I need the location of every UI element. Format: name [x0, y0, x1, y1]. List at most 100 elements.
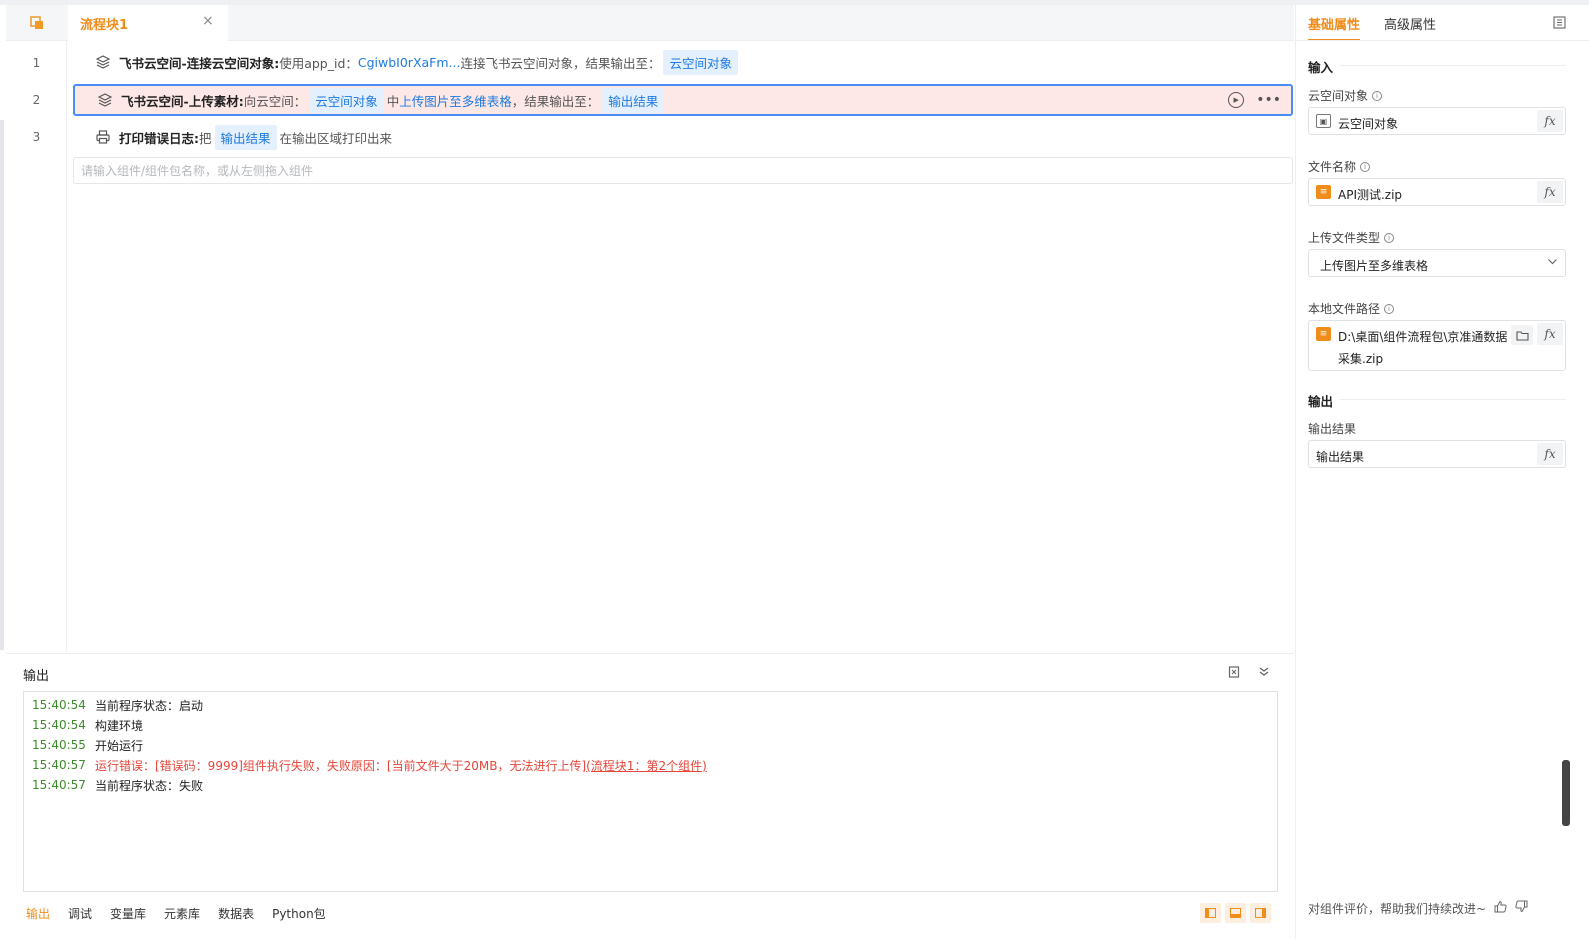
output-panel-title: 输出	[23, 669, 50, 684]
step-text: 在输出区域打印出来	[279, 130, 393, 146]
more-icon[interactable]: •••	[1256, 92, 1281, 108]
object-icon: ▣	[1316, 114, 1331, 128]
line-number: 1	[32, 56, 41, 70]
log-error-message-wrap: 运行错误：[错误码：9999]组件执行失败，失败原因：[当前文件大于20MB，无…	[95, 757, 707, 774]
tab-advanced-properties[interactable]: 高级属性	[1384, 14, 1436, 41]
side-drawer-handle[interactable]	[1562, 760, 1570, 826]
fx-button[interactable]: fx	[1537, 110, 1563, 132]
tab-flow-block-1[interactable]: 流程块1 ×	[68, 5, 228, 41]
tab-elements[interactable]: 元素库	[164, 905, 200, 922]
log-time: 15:40:54	[32, 698, 86, 712]
step-text: ，结果输出至：	[511, 93, 600, 109]
field-label-text: 本地文件路径	[1308, 302, 1381, 316]
app-root: 流程块1 × 1 2 3 飞书云空间-连接云空间对象: 使用app_id： Cg…	[0, 0, 1589, 939]
step-name: 打印错误日志:	[119, 130, 199, 146]
text-type-icon: ≡	[1316, 327, 1331, 341]
layout-left-panel-icon[interactable]	[1200, 903, 1221, 923]
component-search-input[interactable]	[73, 157, 1293, 184]
clear-log-icon[interactable]	[1228, 665, 1240, 682]
file-name-field[interactable]: ≡ API测试.zip fx	[1308, 178, 1566, 206]
panel-toggle-icon[interactable]	[1553, 16, 1566, 33]
variable-chip[interactable]: 云空间对象	[309, 87, 384, 113]
info-icon[interactable]: i	[1384, 303, 1395, 314]
layout-bottom-panel-icon[interactable]	[1225, 903, 1246, 923]
log-time: 15:40:57	[32, 778, 86, 792]
fx-button[interactable]: fx	[1537, 443, 1563, 465]
step-text: 使用app_id：	[279, 55, 358, 71]
play-icon[interactable]: ▶	[1228, 92, 1245, 108]
field-value-line1: D:\桌面\组件流程包\京准通数据	[1338, 330, 1508, 344]
field-label-text: 云空间对象	[1308, 89, 1369, 103]
field-value: API测试.zip	[1338, 188, 1403, 202]
log-line: 15:40:54 构建环境	[32, 715, 1269, 735]
tab-basic-properties[interactable]: 基础属性	[1308, 14, 1361, 41]
divider	[1340, 65, 1566, 66]
output-result-field[interactable]: 输出结果 fx	[1308, 440, 1566, 468]
editor-tabbar: 流程块1 ×	[6, 5, 1294, 41]
chevron-down-icon	[1547, 256, 1558, 270]
fx-button[interactable]: fx	[1537, 323, 1563, 345]
line-number-gutter: 1 2 3	[6, 41, 67, 653]
variable-chip[interactable]: 输出结果	[602, 87, 665, 113]
info-icon[interactable]: i	[1360, 161, 1371, 172]
step-param-link[interactable]: CgiwbI0rXaFm...	[358, 55, 461, 70]
tab-title: 流程块1	[80, 18, 129, 33]
printer-icon	[95, 129, 111, 145]
log-time: 15:40:54	[32, 718, 86, 732]
collapse-panel-icon[interactable]	[1258, 665, 1270, 682]
tab-datatable[interactable]: 数据表	[218, 905, 254, 922]
log-message: 开始运行	[95, 738, 144, 753]
layers-icon	[97, 92, 113, 108]
upload-type-select[interactable]: 上传图片至多维表格	[1308, 249, 1566, 277]
log-line: 15:40:57 当前程序状态：失败	[32, 775, 1269, 795]
field-label-text: 上传文件类型	[1308, 231, 1381, 245]
divider	[1296, 40, 1589, 41]
field-value: 云空间对象	[1338, 117, 1399, 131]
text-type-icon: ≡	[1316, 185, 1331, 199]
close-icon[interactable]: ×	[202, 13, 214, 29]
flow-step-row[interactable]: 飞书云空间-连接云空间对象: 使用app_id： CgiwbI0rXaFm...…	[73, 46, 1293, 78]
field-label: 云空间对象 i	[1308, 87, 1383, 104]
layout-toggle-group	[1200, 903, 1271, 923]
tab-python-packages[interactable]: Python包	[272, 905, 326, 922]
left-sidebar-edge[interactable]	[0, 120, 4, 650]
tab-variables[interactable]: 变量库	[110, 905, 146, 922]
properties-tabs: 基础属性 高级属性	[1308, 14, 1436, 41]
layout-right-panel-icon[interactable]	[1250, 903, 1271, 923]
thumbs-down-icon[interactable]	[1515, 900, 1528, 917]
log-error-message: 运行错误：[错误码：9999]组件执行失败，失败原因：[当前文件大于20MB，无…	[95, 758, 587, 773]
log-line: 15:40:54 当前程序状态：启动	[32, 695, 1269, 715]
folder-icon[interactable]	[1511, 325, 1533, 345]
fx-button[interactable]: fx	[1537, 181, 1563, 203]
variable-chip[interactable]: 输出结果	[214, 124, 277, 150]
flow-step-row[interactable]: 打印错误日志: 把 输出结果 在输出区域打印出来	[73, 121, 1293, 153]
row-actions: ▶ •••	[1228, 92, 1281, 108]
local-path-field[interactable]: ≡ D:\桌面\组件流程包\京准通数据 采集.zip fx	[1308, 320, 1566, 371]
bottom-tabbar: 输出 调试 变量库 元素库 数据表 Python包	[26, 905, 344, 922]
panel-divider[interactable]	[6, 653, 1294, 654]
field-label-text: 输出结果	[1308, 422, 1357, 436]
info-icon[interactable]: i	[1372, 90, 1383, 101]
tab-output[interactable]: 输出	[26, 905, 50, 922]
field-value: 输出结果	[1316, 450, 1365, 464]
log-message: 构建环境	[95, 718, 144, 733]
tab-debug[interactable]: 调试	[68, 905, 92, 922]
step-text: 向云空间：	[243, 93, 307, 109]
cloud-object-field[interactable]: ▣ 云空间对象 fx	[1308, 107, 1566, 135]
flow-block-list-icon[interactable]	[28, 14, 46, 32]
flow-step-row-selected[interactable]: 飞书云空间-上传素材: 向云空间： 云空间对象 中 上传图片至多维表格 ，结果输…	[73, 84, 1293, 116]
thumbs-up-icon[interactable]	[1494, 900, 1507, 917]
section-input-title: 输入	[1308, 60, 1334, 75]
log-line: 15:40:55 开始运行	[32, 735, 1269, 755]
divider	[1340, 399, 1566, 400]
info-icon[interactable]: i	[1384, 232, 1395, 243]
feedback-text: 对组件评价，帮助我们持续改进~	[1308, 902, 1487, 916]
log-message: 当前程序状态：失败	[95, 778, 204, 793]
field-label: 上传文件类型 i	[1308, 229, 1395, 246]
step-name: 飞书云空间-上传素材:	[121, 93, 244, 109]
output-log[interactable]: 15:40:54 当前程序状态：启动 15:40:54 构建环境 15:40:5…	[23, 691, 1278, 892]
error-location-link[interactable]: (流程块1：第2个组件)	[586, 759, 707, 773]
variable-chip[interactable]: 云空间对象	[663, 49, 738, 75]
log-message: 当前程序状态：启动	[95, 698, 204, 713]
step-param-link[interactable]: 上传图片至多维表格	[399, 91, 512, 110]
